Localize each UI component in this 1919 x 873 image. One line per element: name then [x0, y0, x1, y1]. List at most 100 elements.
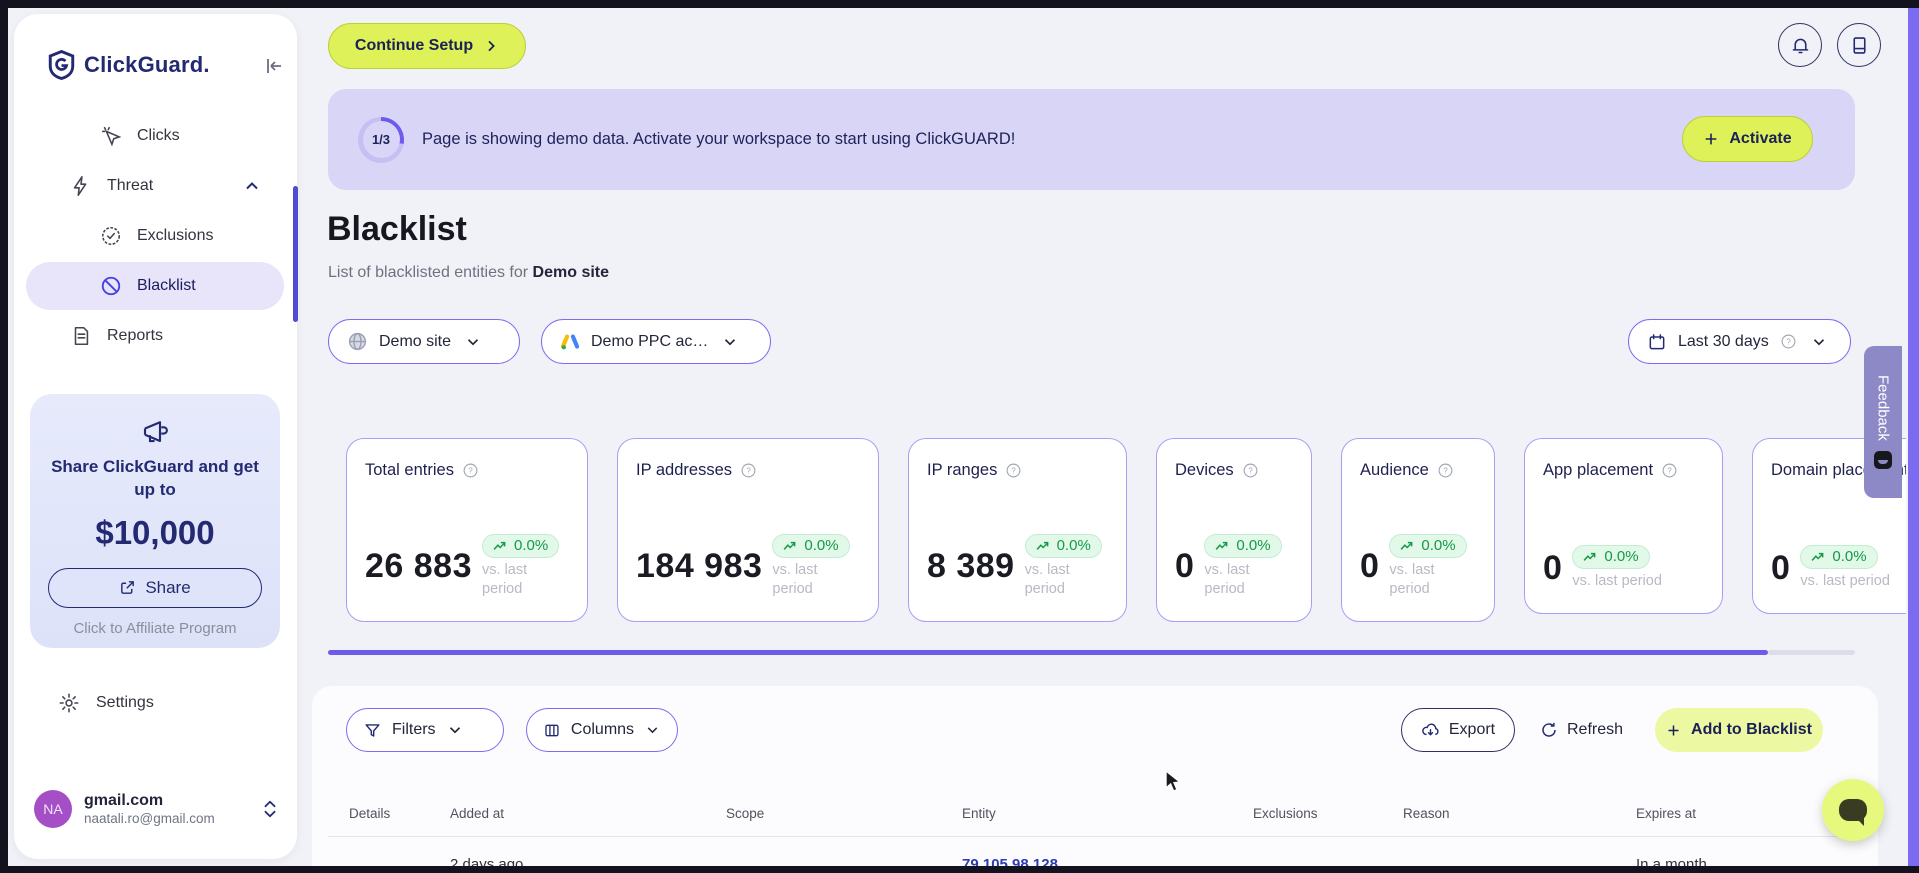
sidebar-item-reports[interactable]: Reports — [14, 312, 297, 360]
stat-card-total-entries: Total entries ? 26 883 0.0% vs. last per… — [346, 438, 588, 622]
page-subtitle: List of blacklisted entities for Demo si… — [328, 264, 609, 282]
help-icon[interactable]: ? — [1242, 462, 1259, 479]
activate-button[interactable]: Activate — [1682, 116, 1813, 162]
sidebar-item-threat[interactable]: Threat — [14, 162, 297, 210]
sidebar-scrollbar[interactable] — [293, 186, 298, 322]
block-icon — [101, 276, 121, 296]
affiliate-promo-card[interactable]: Share ClickGuard and get up to $10,000 S… — [30, 394, 280, 648]
avatar: NA — [34, 790, 72, 828]
brand-logo[interactable]: ClickGuard. — [48, 50, 210, 80]
plus-icon — [1706, 133, 1717, 145]
column-header-added-at[interactable]: Added at — [450, 806, 504, 821]
trend-note: vs. last period — [1024, 562, 1070, 598]
lightning-icon — [73, 176, 87, 196]
sidebar-collapse-icon[interactable] — [262, 54, 286, 78]
setup-progress-ring: 1/3 — [358, 116, 404, 163]
help-icon[interactable]: ? — [1661, 462, 1678, 479]
stat-title: App placement — [1543, 461, 1654, 479]
banner-message: Page is showing demo data. Activate your… — [422, 130, 1016, 148]
stat-value: 0 — [1175, 547, 1195, 586]
refresh-label: Refresh — [1567, 721, 1624, 738]
chevron-down-icon — [1813, 338, 1824, 345]
chat-launcher-button[interactable] — [1822, 779, 1884, 841]
column-header-exclusions[interactable]: Exclusions — [1253, 806, 1318, 821]
site-picker-value: Demo site — [379, 332, 452, 350]
trend-badge: 0.0% — [1572, 545, 1650, 570]
stat-title: Audience — [1360, 461, 1429, 479]
stat-title: IP ranges — [927, 461, 998, 479]
sidebar-item-clicks[interactable]: Clicks — [14, 112, 297, 160]
notifications-button[interactable] — [1778, 23, 1822, 67]
help-icon[interactable]: ? — [1005, 462, 1022, 479]
filters-label: Filters — [392, 721, 436, 738]
trend-note: vs. last period — [772, 562, 818, 598]
sidebar-item-blacklist[interactable]: Blacklist — [26, 262, 284, 310]
clickguard-shield-icon — [48, 50, 75, 80]
trend-up-icon — [1400, 541, 1413, 550]
bell-icon — [1792, 38, 1808, 53]
filters-button[interactable]: Filters — [346, 708, 504, 752]
demo-data-banner: 1/3 Page is showing demo data. Activate … — [328, 89, 1855, 190]
column-header-scope[interactable]: Scope — [726, 806, 764, 821]
account-name: gmail.com — [84, 792, 164, 809]
stat-value: 0 — [1771, 548, 1791, 587]
help-icon[interactable]: ? — [740, 462, 757, 479]
help-icon: ? — [1781, 334, 1796, 349]
trend-note: vs. last period — [1800, 573, 1890, 590]
help-icon[interactable]: ? — [1437, 462, 1454, 479]
page-scrollbar[interactable] — [1908, 8, 1919, 866]
stat-title: IP addresses — [636, 461, 733, 479]
column-header-entity[interactable]: Entity — [962, 806, 996, 821]
chevron-up-icon[interactable] — [242, 176, 262, 196]
svg-text:?: ? — [1248, 466, 1253, 475]
feedback-tab[interactable]: Feedback — [1864, 346, 1902, 498]
account-switcher[interactable]: NA gmail.com naatali.ro@gmail.com — [34, 790, 278, 828]
share-label: Share — [145, 577, 191, 597]
sidebar-item-settings[interactable]: Settings — [58, 692, 154, 714]
activate-label: Activate — [1729, 130, 1792, 147]
docs-button[interactable] — [1837, 23, 1881, 67]
cards-scrollbar-thumb[interactable] — [328, 650, 1768, 655]
column-header-details[interactable]: Details — [349, 806, 390, 821]
feedback-smiley-icon — [1874, 450, 1892, 469]
chevron-down-icon — [647, 727, 658, 734]
stat-card-devices: Devices ? 0 0.0% vs. last period — [1156, 438, 1312, 622]
brand-name: ClickGuard. — [84, 52, 210, 77]
chat-bubble-icon — [1839, 799, 1867, 826]
export-button[interactable]: Export — [1401, 708, 1515, 752]
row-entity[interactable]: 79.105.98.128 — [962, 856, 1058, 866]
feedback-label: Feedback — [1874, 375, 1892, 441]
promo-text: Share ClickGuard and get up to — [51, 457, 259, 499]
date-range-picker[interactable]: Last 30 days ? — [1628, 319, 1851, 364]
help-icon[interactable]: ? — [462, 462, 479, 479]
window-frame — [0, 0, 8, 873]
columns-button[interactable]: Columns — [526, 708, 678, 752]
share-button[interactable]: Share — [48, 567, 262, 608]
trend-value: 0.0% — [1604, 548, 1639, 566]
cloud-download-icon — [1422, 723, 1439, 735]
trend-up-icon — [783, 541, 796, 550]
stats-cards-row: Total entries ? 26 883 0.0% vs. last per… — [346, 438, 1906, 628]
trend-note: vs. last period — [482, 562, 528, 598]
column-header-expires-at[interactable]: Expires at — [1636, 806, 1696, 821]
trend-up-icon — [1215, 541, 1228, 550]
site-picker[interactable]: Demo site — [328, 319, 520, 364]
account-email: naatali.ro@gmail.com — [84, 811, 215, 826]
calendar-icon — [1649, 333, 1665, 349]
trend-note: vs. last period — [1389, 562, 1435, 598]
add-to-blacklist-button[interactable]: Add to Blacklist — [1655, 708, 1823, 752]
svg-text:?: ? — [468, 466, 473, 475]
page-subtitle-site: Demo site — [532, 264, 610, 281]
ppc-account-picker[interactable]: Demo PPC ac… — [541, 319, 771, 364]
table-header-divider — [328, 836, 1862, 837]
add-to-blacklist-label: Add to Blacklist — [1691, 721, 1812, 738]
continue-setup-button[interactable]: Continue Setup — [328, 23, 526, 69]
trend-value: 0.0% — [1056, 537, 1091, 555]
promo-amount: $10,000 — [95, 513, 215, 551]
refresh-button[interactable]: Refresh — [1540, 708, 1623, 752]
column-header-reason[interactable]: Reason — [1403, 806, 1450, 821]
continue-setup-label: Continue Setup — [354, 37, 474, 54]
sidebar-item-exclusions[interactable]: Exclusions — [14, 212, 297, 260]
trend-value: 0.0% — [1832, 548, 1867, 566]
window-frame — [0, 866, 1919, 873]
